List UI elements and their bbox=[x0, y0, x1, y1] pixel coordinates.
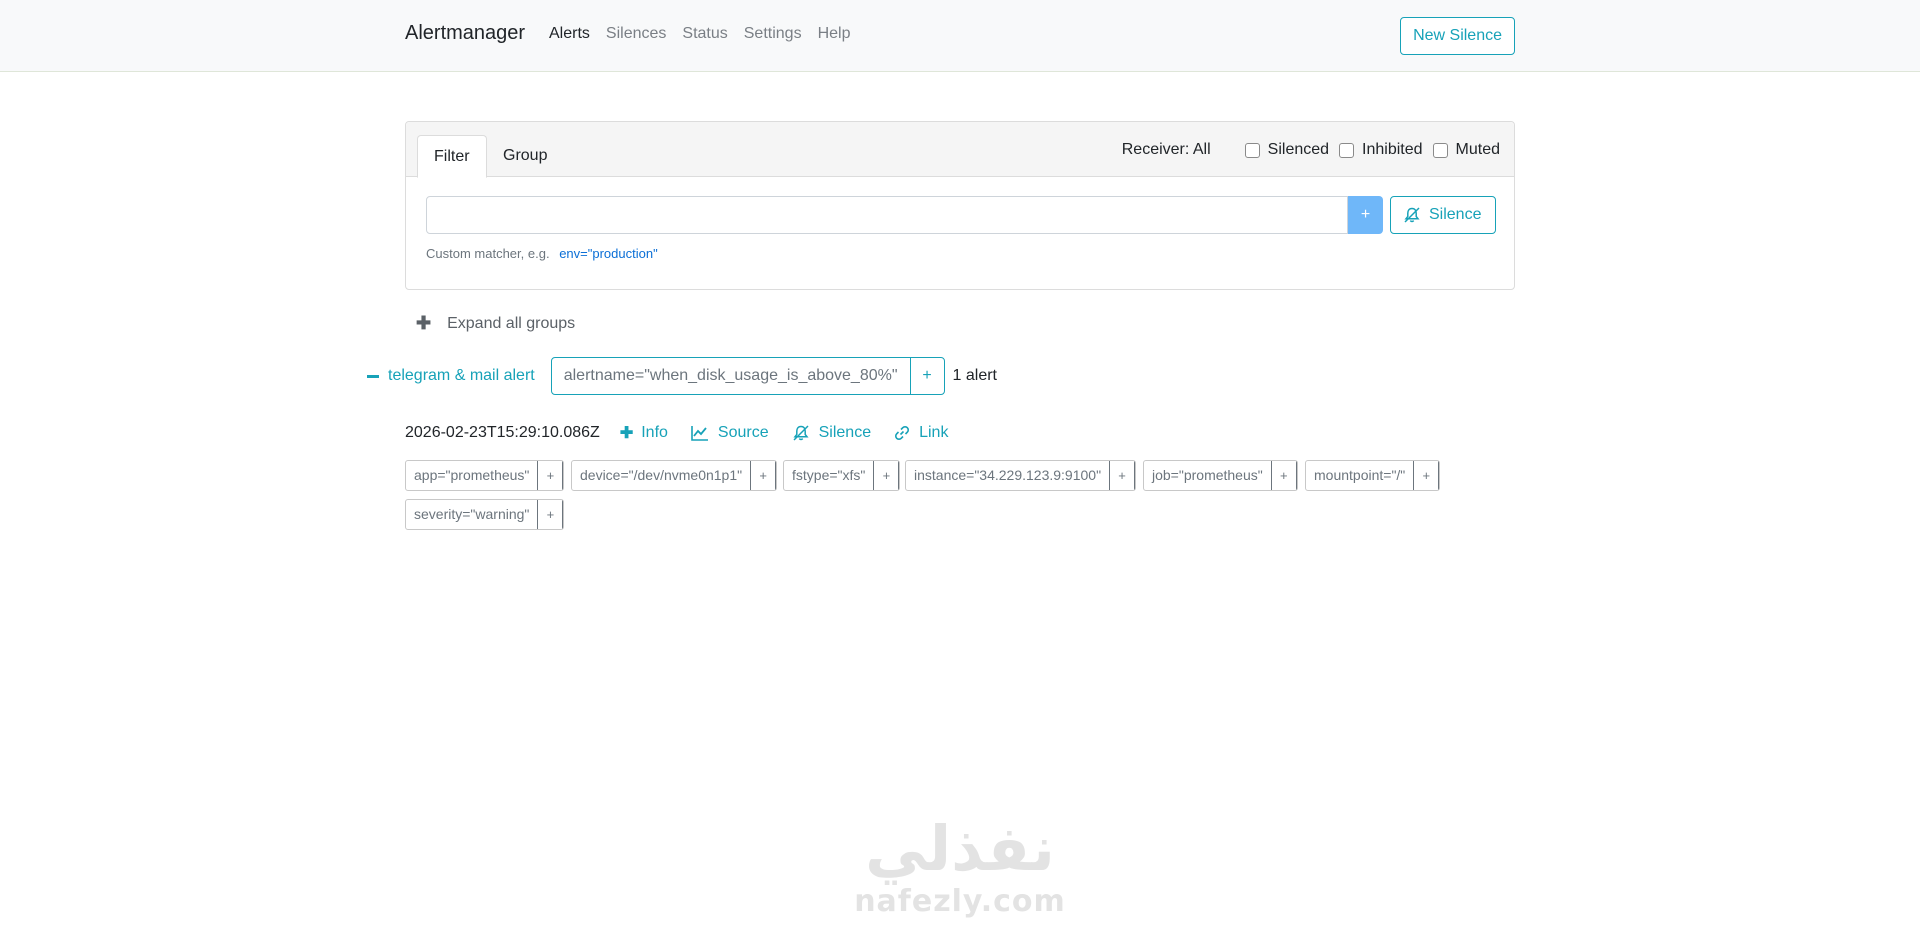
label-chip-text: severity="warning" bbox=[414, 506, 530, 522]
silenced-checkbox[interactable] bbox=[1244, 142, 1260, 158]
label-chip: severity="warning" + bbox=[405, 499, 565, 530]
label-chip-add-button[interactable]: + bbox=[750, 461, 777, 490]
alert-source-link[interactable]: Source bbox=[691, 424, 769, 442]
receiver-selector[interactable]: Receiver: All bbox=[1122, 141, 1211, 159]
bell-slash-icon bbox=[1404, 207, 1420, 223]
filter-card: Filter Group Receiver: All Silenced Inhi… bbox=[405, 121, 1515, 290]
minus-icon bbox=[367, 374, 379, 378]
label-chip-add-button[interactable]: + bbox=[537, 500, 564, 529]
alert-source-label: Source bbox=[717, 424, 769, 441]
watermark-arabic: نفذلي bbox=[865, 812, 1055, 885]
alert-silence-label: Silence bbox=[818, 424, 872, 441]
alert-info-button[interactable]: ✚ Info bbox=[620, 423, 668, 443]
alert-info-label: Info bbox=[641, 424, 668, 441]
label-chip: app="prometheus" + bbox=[405, 460, 565, 491]
navbar: Alertmanager Alerts Silences Status Sett… bbox=[0, 0, 1920, 72]
matcher-hint-example[interactable]: env="production" bbox=[559, 246, 658, 261]
muted-toggle[interactable]: Muted bbox=[1432, 141, 1504, 159]
expand-all-groups[interactable]: ✚ Expand all groups bbox=[416, 313, 575, 334]
muted-checkbox[interactable] bbox=[1432, 142, 1448, 158]
plus-icon: ✚ bbox=[619, 425, 634, 442]
brand-title[interactable]: Alertmanager bbox=[405, 22, 525, 45]
add-matcher-button[interactable]: + bbox=[1348, 196, 1383, 234]
filter-card-header: Filter Group Receiver: All Silenced Inhi… bbox=[406, 122, 1514, 178]
navbar-inner: Alertmanager Alerts Silences Status Sett… bbox=[405, 0, 1515, 72]
label-chip-add-button[interactable]: + bbox=[1413, 461, 1440, 490]
alert-count: 1 alert bbox=[952, 367, 997, 384]
group-label-chip: alertname="when_disk_usage_is_above_80%"… bbox=[550, 357, 945, 395]
expand-all-label: Expand all groups bbox=[447, 314, 576, 332]
nav-link-settings[interactable]: Settings bbox=[744, 25, 802, 43]
label-chip-text: instance="34.229.123.9:9100" bbox=[914, 467, 1102, 483]
watermark-latin: nafezly.com bbox=[854, 884, 1066, 919]
label-chip-add-button[interactable]: + bbox=[873, 461, 900, 490]
inhibited-label: Inhibited bbox=[1362, 141, 1423, 158]
label-chip-text: mountpoint="/" bbox=[1314, 467, 1406, 483]
group-collapse-toggle[interactable]: telegram & mail alert bbox=[367, 367, 535, 385]
label-chip: instance="34.229.123.9:9100" + bbox=[905, 460, 1137, 491]
label-chip: device="/dev/nvme0n1p1" + bbox=[571, 460, 778, 491]
matcher-hint: Custom matcher, e.g. env="production" bbox=[426, 246, 658, 261]
silenced-label: Silenced bbox=[1267, 141, 1330, 158]
matcher-hint-text: Custom matcher, e.g. bbox=[426, 246, 550, 261]
label-chip-add-button[interactable]: + bbox=[1109, 461, 1136, 490]
nav-link-alerts[interactable]: Alerts bbox=[549, 25, 590, 43]
silenced-toggle[interactable]: Silenced bbox=[1244, 141, 1333, 159]
link-icon bbox=[895, 425, 910, 441]
alert-link-button[interactable]: Link bbox=[894, 424, 948, 442]
label-chip-add-button[interactable]: + bbox=[1270, 461, 1297, 490]
filter-row: + Silence bbox=[426, 196, 1496, 234]
inhibited-checkbox[interactable] bbox=[1339, 142, 1355, 158]
label-chip-text: fstype="xfs" bbox=[792, 467, 866, 483]
group-label-add-button[interactable]: + bbox=[909, 358, 944, 394]
group-label-text: alertname="when_disk_usage_is_above_80%" bbox=[563, 367, 898, 384]
watermark: نفذلي nafezly.com bbox=[850, 812, 1070, 924]
alert-timestamp: 2026-02-23T15:29:10.086Z bbox=[405, 424, 600, 441]
filter-silence-button[interactable]: Silence bbox=[1390, 196, 1496, 234]
matcher-input[interactable] bbox=[426, 196, 1348, 234]
label-chip: mountpoint="/" + bbox=[1305, 460, 1441, 491]
new-silence-button[interactable]: New Silence bbox=[1400, 17, 1515, 55]
nav-links: Alerts Silences Status Settings Help bbox=[549, 25, 866, 43]
muted-label: Muted bbox=[1455, 141, 1500, 158]
alert-header: 2026-02-23T15:29:10.086Z ✚ Info Source S… bbox=[405, 423, 971, 443]
label-chip: job="prometheus" + bbox=[1143, 460, 1298, 491]
alert-group-row: telegram & mail alert alertname="when_di… bbox=[367, 357, 997, 395]
filter-options: Receiver: All Silenced Inhibited Muted bbox=[1122, 141, 1504, 159]
label-chip-text: app="prometheus" bbox=[414, 467, 530, 483]
label-chip-add-button[interactable]: + bbox=[537, 461, 564, 490]
label-chip-text: device="/dev/nvme0n1p1" bbox=[580, 467, 743, 483]
tab-group[interactable]: Group bbox=[487, 135, 563, 178]
tab-filter[interactable]: Filter bbox=[417, 135, 487, 178]
bell-slash-icon bbox=[793, 425, 809, 441]
alert-link-label: Link bbox=[919, 424, 949, 441]
nav-link-help[interactable]: Help bbox=[818, 25, 851, 43]
nav-link-status[interactable]: Status bbox=[682, 25, 727, 43]
label-chip: fstype="xfs" + bbox=[783, 460, 901, 491]
label-chip-text: job="prometheus" bbox=[1152, 467, 1263, 483]
chart-line-icon bbox=[691, 426, 708, 441]
group-receiver-name: telegram & mail alert bbox=[388, 367, 535, 384]
filter-silence-label: Silence bbox=[1429, 206, 1482, 223]
inhibited-toggle[interactable]: Inhibited bbox=[1339, 141, 1427, 159]
plus-icon: ✚ bbox=[416, 313, 432, 333]
alert-silence-button[interactable]: Silence bbox=[792, 424, 871, 442]
nav-link-silences[interactable]: Silences bbox=[606, 25, 666, 43]
